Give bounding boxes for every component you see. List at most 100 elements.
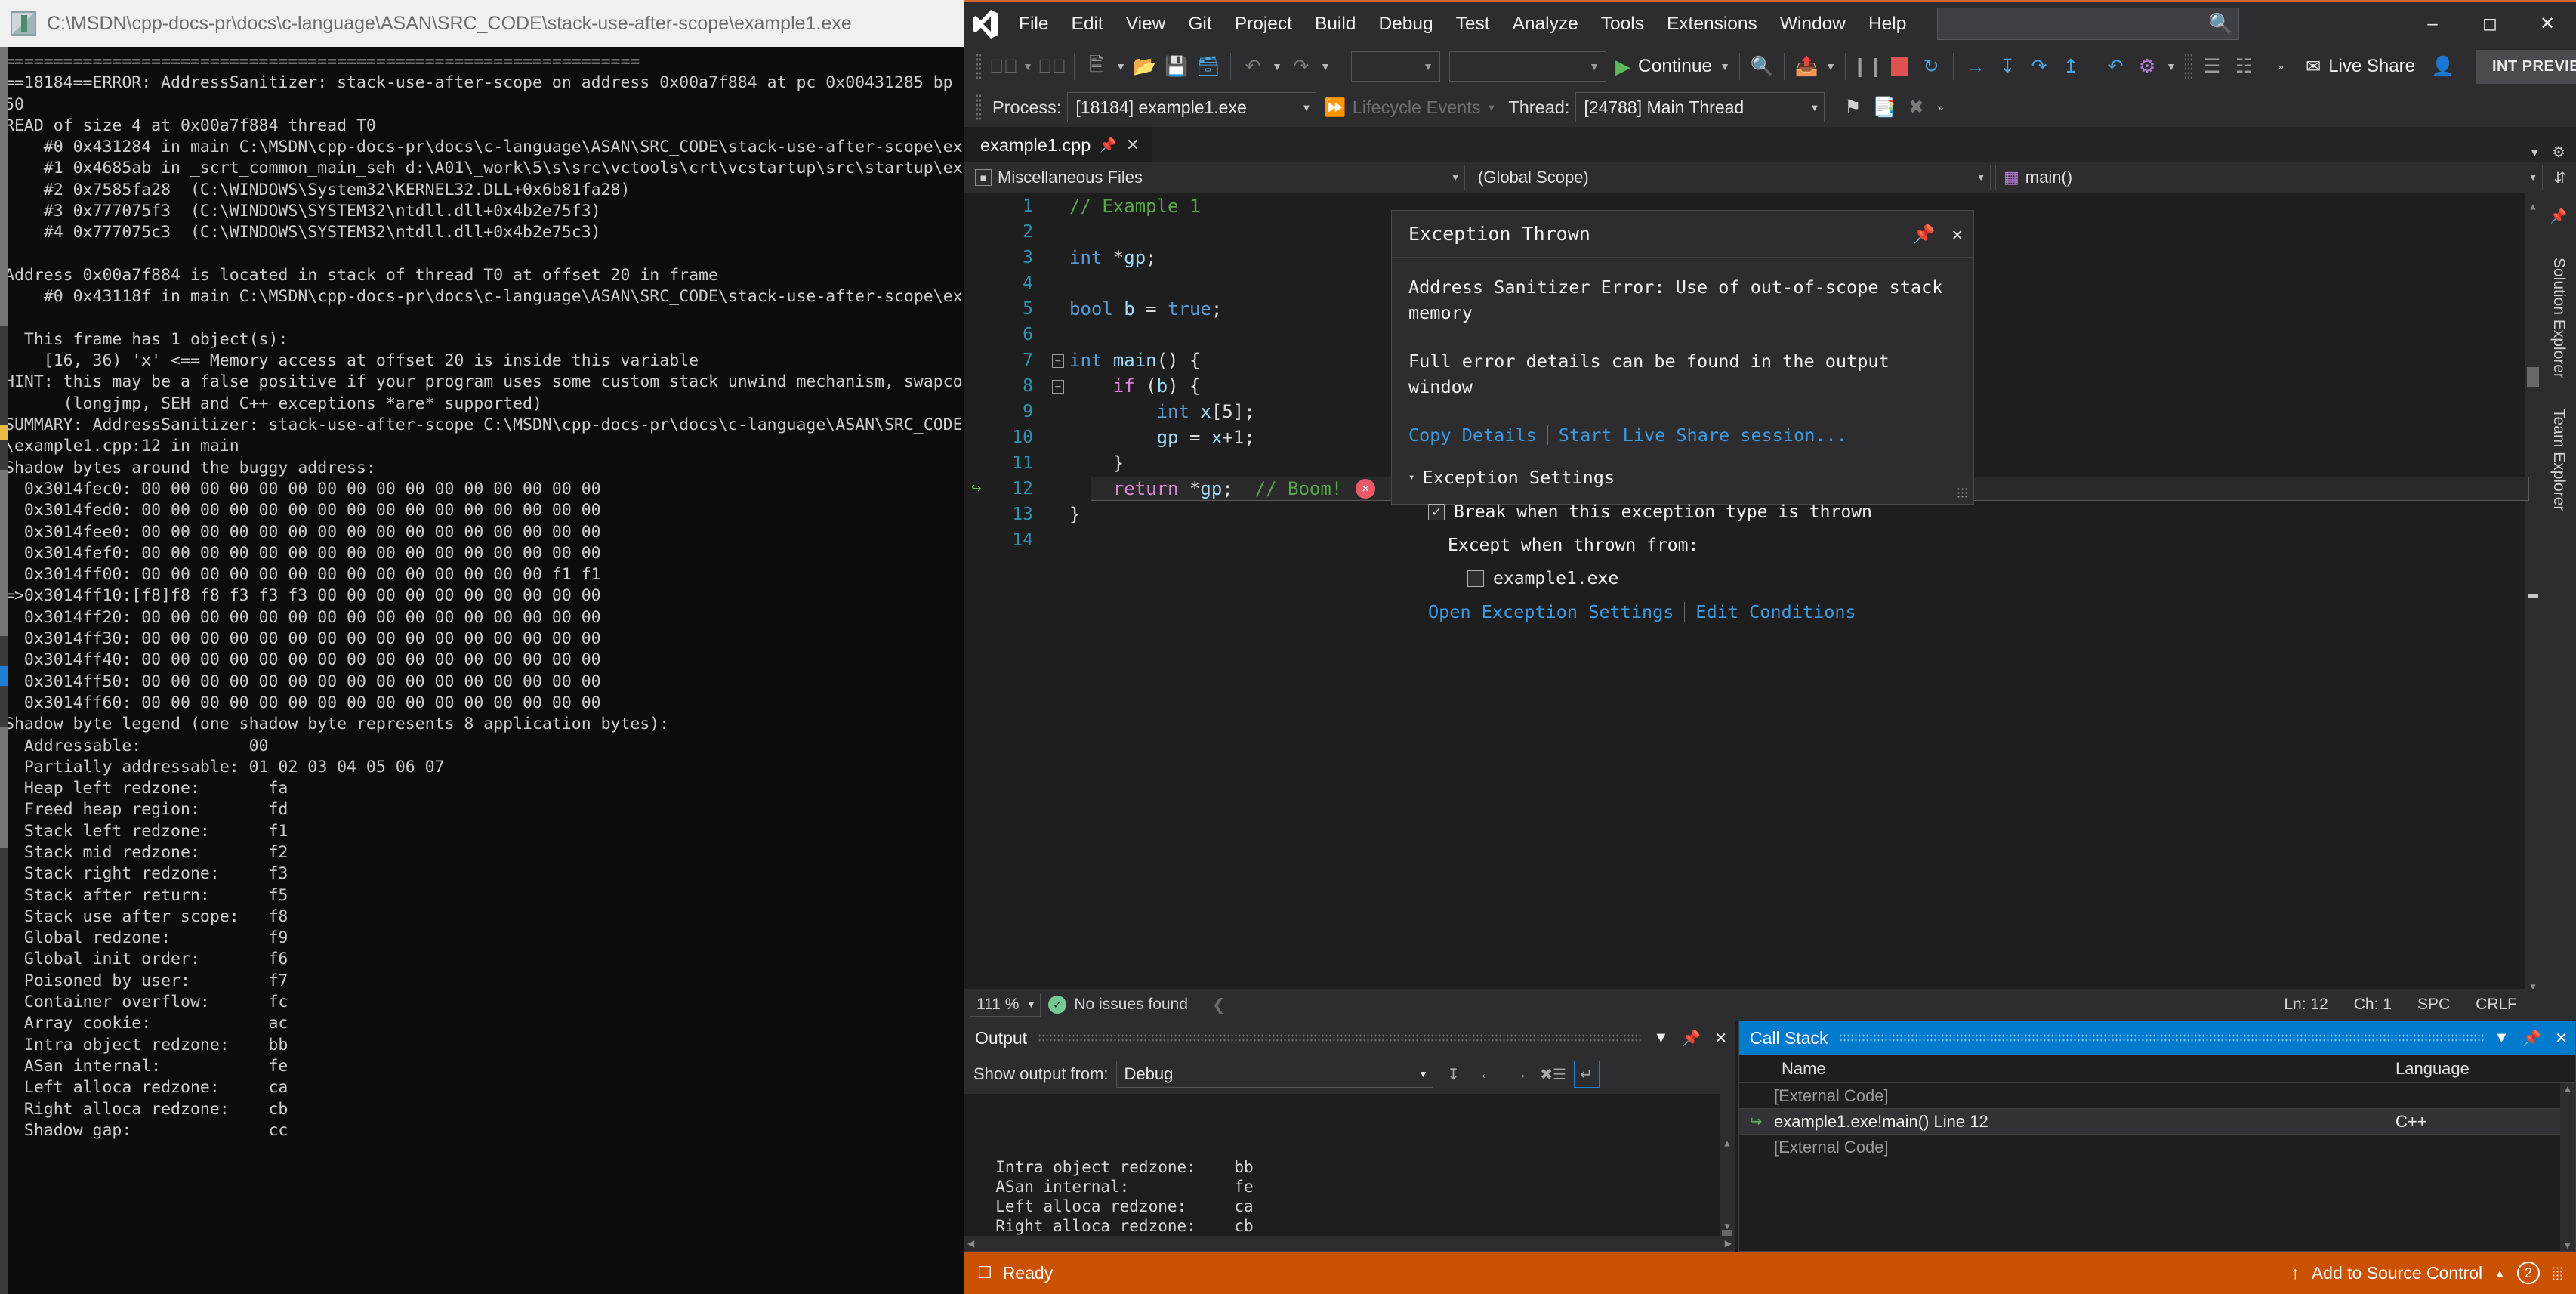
call-stack-row[interactable]: [External Code] <box>1739 1134 2575 1160</box>
go-to-previous-icon[interactable]: ← <box>1474 1061 1500 1088</box>
step-out-icon[interactable]: ↥ <box>2055 49 2087 84</box>
add-to-source-control-button[interactable]: Add to Source Control <box>2312 1263 2482 1283</box>
edit-conditions-link[interactable]: Edit Conditions <box>1695 599 1856 625</box>
comment-icon[interactable]: ☷ <box>2228 49 2260 84</box>
output-source-combo[interactable]: Debug ▼ <box>1115 1061 1433 1088</box>
menu-item-window[interactable]: Window <box>1769 9 1857 39</box>
pin-icon[interactable]: 📌 <box>1100 137 1116 153</box>
debugbar-grip[interactable] <box>976 94 983 121</box>
member-scope-combo[interactable]: ▦ main() ▼ <box>1995 165 2543 190</box>
find-message-icon[interactable]: ↧ <box>1441 1061 1467 1088</box>
pin-icon[interactable]: 📌 <box>1913 221 1936 247</box>
stack-frame-icon[interactable]: 📑 <box>1868 90 1900 125</box>
hot-reload-icon[interactable]: 📤 <box>1791 49 1822 84</box>
output-pane-title-bar[interactable]: Output ▼ 📌 ✕ <box>964 1021 1735 1055</box>
menu-item-debug[interactable]: Debug <box>1367 9 1444 39</box>
overflow-icon[interactable]: » <box>1932 101 1948 113</box>
scroll-down-icon[interactable]: ▼ <box>1720 1216 1735 1236</box>
break-on-exception-checkbox[interactable]: ✓ <box>1428 504 1445 520</box>
show-next-statement-icon[interactable]: → <box>1960 49 1991 84</box>
call-stack-title-bar[interactable]: Call Stack ▼ 📌 ✕ <box>1739 1021 2575 1055</box>
step-into-icon[interactable]: ↧ <box>1991 49 2023 84</box>
redo-dropdown-icon[interactable]: ▼ <box>1317 60 1334 73</box>
redo-icon[interactable]: ↷ <box>1285 49 1317 84</box>
resize-grip[interactable] <box>2552 1266 2562 1280</box>
scroll-left-icon[interactable]: ◀ <box>967 1238 974 1249</box>
tab-list-chevron-icon[interactable]: ▼ <box>2529 147 2540 159</box>
thread-filter-icon[interactable]: ✖ <box>1900 90 1932 125</box>
go-to-next-icon[interactable]: → <box>1507 1061 1533 1088</box>
restart-icon[interactable]: ↻ <box>1915 49 1947 84</box>
undo-icon[interactable]: ↶ <box>1237 49 1269 84</box>
configuration-combo[interactable]: ▼ <box>1449 51 1606 82</box>
prev-issue-icon[interactable]: ❮ <box>1212 996 1226 1015</box>
menu-item-extensions[interactable]: Extensions <box>1655 9 1769 39</box>
fold-collapse-icon[interactable]: − <box>1047 347 1069 374</box>
break-on-exception-row[interactable]: ✓ Break when this exception type is thro… <box>1428 499 1957 525</box>
resize-grip[interactable] <box>1957 487 1969 499</box>
call-stack-row[interactable]: ↪ example1.exe!main() Line 12 C++ <box>1739 1108 2575 1135</box>
scroll-down-icon[interactable]: ▼ <box>2560 1240 2575 1251</box>
toolbar-grip-2[interactable] <box>2184 53 2192 80</box>
diagnostics-dropdown-icon[interactable]: ▼ <box>2163 60 2180 73</box>
save-all-icon[interactable]: 🗃 <box>1192 49 1224 84</box>
tab-example1-cpp[interactable]: example1.cpp 📌 ✕ <box>964 127 1152 162</box>
maximize-button[interactable]: ◻ <box>2461 2 2519 45</box>
split-view-icon[interactable]: ⇵ <box>2547 168 2573 187</box>
rail-tab-team-explorer[interactable]: Team Explorer <box>2550 409 2568 511</box>
navigate-backward-icon[interactable]: ◀⃝ <box>988 49 1020 84</box>
attach-process-icon[interactable]: 🔍 <box>1746 49 1778 84</box>
navigate-forward-icon[interactable]: ▶⃝ <box>1036 49 1068 84</box>
diagnostics-icon[interactable]: ⚙ <box>2131 49 2163 84</box>
scroll-up-icon[interactable]: ▲ <box>1720 1133 1735 1153</box>
chevron-down-icon[interactable]: ▼ <box>2494 1030 2510 1047</box>
module-exclusion-row[interactable]: example1.exe <box>1467 566 1957 591</box>
zoom-level-combo[interactable]: 111 % ▼ <box>970 993 1041 1017</box>
close-icon[interactable]: ✕ <box>2555 1029 2568 1048</box>
undo-dropdown-icon[interactable]: ▼ <box>1269 60 1285 73</box>
toolbar-grip[interactable] <box>976 53 983 80</box>
menu-item-edit[interactable]: Edit <box>1060 9 1114 39</box>
menu-item-build[interactable]: Build <box>1303 9 1367 39</box>
call-stack-vertical-scrollbar[interactable]: ▲ ▼ <box>2560 1083 2575 1251</box>
platform-combo[interactable]: ▼ <box>1351 51 1440 82</box>
lifecycle-events-button[interactable]: ⏩ Lifecycle Events ▼ <box>1324 97 1496 118</box>
global-scope-combo[interactable]: (Global Scope) ▼ <box>1470 165 1991 190</box>
line-ending-indicator[interactable]: CRLF <box>2476 996 2517 1014</box>
indentation-indicator[interactable]: SPC <box>2417 996 2450 1014</box>
rail-pin-icon[interactable]: 📌 <box>2550 208 2567 224</box>
chevron-up-icon[interactable]: ▲ <box>2494 1267 2505 1279</box>
call-stack-row[interactable]: [External Code] <box>1739 1083 2575 1109</box>
continue-dropdown-icon[interactable]: ▼ <box>1717 60 1733 73</box>
scroll-down-icon[interactable]: ▼ <box>2525 974 2541 989</box>
new-project-dropdown-icon[interactable]: ▼ <box>1112 60 1129 73</box>
save-icon[interactable]: 💾 <box>1161 49 1192 84</box>
menu-item-git[interactable]: Git <box>1177 9 1223 39</box>
code-editor[interactable]: ▲ ▼ Exception Thrown 📌 ✕ Address Sanitiz… <box>964 193 2541 989</box>
close-icon[interactable]: ✕ <box>1952 221 1963 247</box>
stop-debugging-icon[interactable] <box>1883 49 1915 84</box>
open-file-icon[interactable]: 📂 <box>1129 49 1161 84</box>
pin-icon[interactable]: 📌 <box>2522 1029 2541 1048</box>
close-button[interactable]: ✕ <box>2519 2 2576 45</box>
module-exclusion-checkbox[interactable] <box>1467 570 1484 587</box>
close-icon[interactable]: ✕ <box>1714 1029 1727 1048</box>
live-share-button[interactable]: ✉ Live Share <box>2306 56 2415 78</box>
menu-item-file[interactable]: File <box>1007 9 1060 39</box>
chevron-down-icon[interactable]: ▼ <box>1654 1030 1669 1047</box>
process-combo[interactable]: [18184] example1.exe ▼ <box>1067 92 1317 122</box>
navigate-backward-dropdown-icon[interactable]: ▼ <box>1020 60 1036 73</box>
scroll-up-icon[interactable]: ▲ <box>2560 1083 2575 1094</box>
account-icon[interactable]: 👤 <box>2427 49 2459 84</box>
menu-item-project[interactable]: Project <box>1223 9 1303 39</box>
toggle-word-wrap-icon[interactable]: ↵ <box>1573 1061 1600 1088</box>
menu-item-analyze[interactable]: Analyze <box>1501 9 1590 39</box>
fold-collapse-icon[interactable]: − <box>1047 373 1069 400</box>
pause-icon[interactable]: ❙❙ <box>1852 49 1883 84</box>
menu-item-help[interactable]: Help <box>1857 9 1917 39</box>
hot-reload-dropdown-icon[interactable]: ▼ <box>1822 60 1839 73</box>
rail-tab-solution-explorer[interactable]: Solution Explorer <box>2550 258 2568 378</box>
gear-icon[interactable]: ⚙ <box>2552 143 2565 162</box>
copy-details-link[interactable]: Copy Details <box>1408 422 1537 448</box>
notification-badge[interactable]: 2 <box>2517 1262 2540 1284</box>
